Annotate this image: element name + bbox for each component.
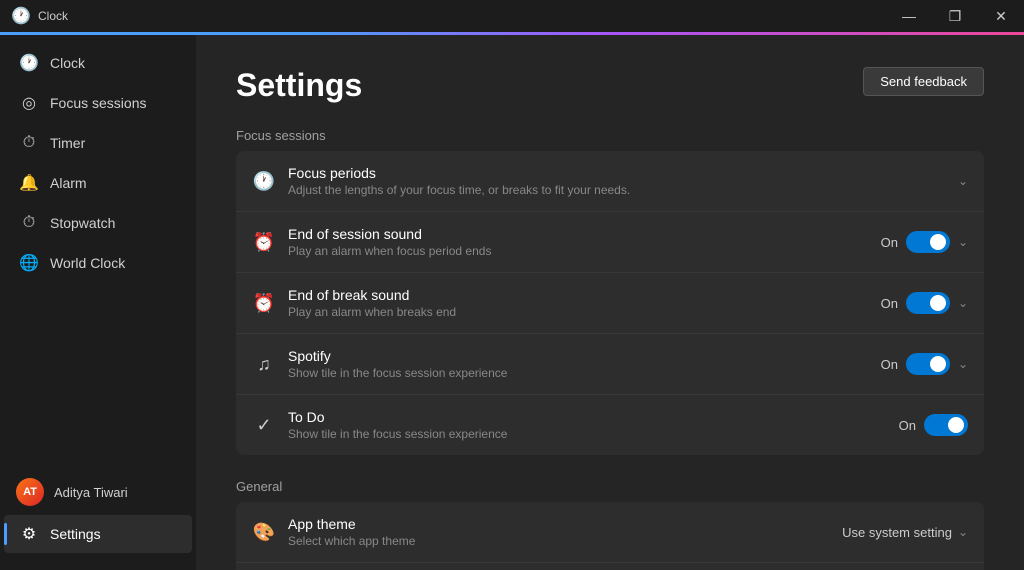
spotify-chevron[interactable]: ⌄	[958, 357, 968, 371]
spotify-toggle-label: On	[881, 357, 898, 372]
end-break-toggle[interactable]	[906, 292, 950, 314]
sidebar-item-label: Timer	[50, 135, 85, 151]
sidebar-item-label: Focus sessions	[50, 95, 146, 111]
end-break-sound-icon: ⏰	[252, 291, 276, 315]
sidebar-item-world-clock[interactable]: 🌐 World Clock	[4, 244, 192, 282]
sidebar-item-label: Clock	[50, 55, 85, 71]
app-theme-text: App theme Select which app theme	[288, 516, 830, 548]
sidebar-item-label: Settings	[50, 526, 101, 542]
end-break-toggle-label: On	[881, 296, 898, 311]
spotify-desc: Show tile in the focus session experienc…	[288, 366, 869, 380]
sidebar-item-label: Stopwatch	[50, 215, 115, 231]
end-break-sound-text: End of break sound Play an alarm when br…	[288, 287, 869, 319]
maximize-button[interactable]: ❐	[932, 0, 978, 32]
todo-desc: Show tile in the focus session experienc…	[288, 427, 887, 441]
app-theme-title: App theme	[288, 516, 830, 532]
sidebar-item-focus-sessions[interactable]: ◎ Focus sessions	[4, 84, 192, 122]
end-break-sound-desc: Play an alarm when breaks end	[288, 305, 869, 319]
app-layout: 🕐 Clock ◎ Focus sessions ⏱ Timer 🔔 Alarm…	[0, 35, 1024, 570]
focus-periods-desc: Adjust the lengths of your focus time, o…	[288, 183, 946, 197]
spotify-title: Spotify	[288, 348, 869, 364]
focus-periods-chevron[interactable]: ⌄	[958, 174, 968, 188]
app-theme-chevron-icon: ⌄	[958, 525, 968, 539]
sidebar: 🕐 Clock ◎ Focus sessions ⏱ Timer 🔔 Alarm…	[0, 35, 196, 570]
sidebar-item-stopwatch[interactable]: ⏱ Stopwatch	[4, 204, 192, 242]
end-session-sound-control: On ⌄	[881, 231, 968, 253]
todo-title: To Do	[288, 409, 887, 425]
focus-periods-control: ⌄	[958, 174, 968, 188]
spotify-control: On ⌄	[881, 353, 968, 375]
timer-icon: ⏱	[20, 134, 38, 152]
focus-periods-title: Focus periods	[288, 165, 946, 181]
end-session-chevron[interactable]: ⌄	[958, 235, 968, 249]
todo-row: ✓ To Do Show tile in the focus session e…	[236, 395, 984, 455]
end-session-sound-row: ⏰ End of session sound Play an alarm whe…	[236, 212, 984, 273]
spotify-icon: ♫	[252, 352, 276, 376]
stopwatch-icon: ⏱	[20, 214, 38, 232]
app-theme-icon: 🎨	[252, 520, 276, 544]
todo-icon: ✓	[252, 413, 276, 437]
spotify-text: Spotify Show tile in the focus session e…	[288, 348, 869, 380]
main-content: Settings Send feedback Focus sessions 🕐 …	[196, 35, 1024, 570]
spotify-row: ♫ Spotify Show tile in the focus session…	[236, 334, 984, 395]
title-bar-controls: — ❐ ✕	[886, 0, 1024, 32]
app-theme-dropdown-value: Use system setting	[842, 525, 952, 540]
focus-sessions-group: 🕐 Focus periods Adjust the lengths of yo…	[236, 151, 984, 455]
settings-icon: ⚙	[20, 525, 38, 543]
focus-periods-row[interactable]: 🕐 Focus periods Adjust the lengths of yo…	[236, 151, 984, 212]
title-bar-left: 🕐 Clock	[12, 7, 68, 25]
spotify-toggle[interactable]	[906, 353, 950, 375]
general-group: 🎨 App theme Select which app theme Use s…	[236, 502, 984, 570]
sidebar-item-alarm[interactable]: 🔔 Alarm	[4, 164, 192, 202]
focus-periods-icon: 🕐	[252, 169, 276, 193]
end-session-toggle-label: On	[881, 235, 898, 250]
sidebar-item-label: World Clock	[50, 255, 125, 271]
title-bar-title: Clock	[38, 9, 68, 23]
end-session-sound-text: End of session sound Play an alarm when …	[288, 226, 869, 258]
app-theme-dropdown[interactable]: Use system setting ⌄	[842, 525, 968, 540]
todo-toggle-label: On	[899, 418, 916, 433]
clock-icon: 🕐	[20, 54, 38, 72]
end-session-sound-icon: ⏰	[252, 230, 276, 254]
end-session-sound-desc: Play an alarm when focus period ends	[288, 244, 869, 258]
app-icon: 🕐	[12, 7, 30, 25]
end-session-toggle-knob	[930, 234, 946, 250]
send-feedback-button[interactable]: Send feedback	[863, 67, 984, 96]
app-theme-row: 🎨 App theme Select which app theme Use s…	[236, 502, 984, 563]
general-label: General	[236, 479, 984, 494]
title-bar: 🕐 Clock — ❐ ✕	[0, 0, 1024, 32]
user-item[interactable]: AT Aditya Tiwari	[0, 470, 196, 514]
app-theme-desc: Select which app theme	[288, 534, 830, 548]
focus-sessions-icon: ◎	[20, 94, 38, 112]
sidebar-item-settings[interactable]: ⚙ Settings	[4, 515, 192, 553]
world-clock-icon: 🌐	[20, 254, 38, 272]
sidebar-item-timer[interactable]: ⏱ Timer	[4, 124, 192, 162]
sidebar-item-clock[interactable]: 🕐 Clock	[4, 44, 192, 82]
end-session-sound-title: End of session sound	[288, 226, 869, 242]
sidebar-item-label: Alarm	[50, 175, 87, 191]
close-button[interactable]: ✕	[978, 0, 1024, 32]
end-session-toggle[interactable]	[906, 231, 950, 253]
notifications-row: 🔔 Notifications Modify your notification…	[236, 563, 984, 570]
todo-toggle[interactable]	[924, 414, 968, 436]
focus-periods-text: Focus periods Adjust the lengths of your…	[288, 165, 946, 197]
end-break-sound-control: On ⌄	[881, 292, 968, 314]
end-break-sound-title: End of break sound	[288, 287, 869, 303]
focus-sessions-label: Focus sessions	[236, 128, 984, 143]
app-theme-control: Use system setting ⌄	[842, 525, 968, 540]
todo-text: To Do Show tile in the focus session exp…	[288, 409, 887, 441]
user-name: Aditya Tiwari	[54, 485, 128, 500]
end-break-chevron[interactable]: ⌄	[958, 296, 968, 310]
alarm-icon: 🔔	[20, 174, 38, 192]
todo-toggle-knob	[948, 417, 964, 433]
spotify-toggle-knob	[930, 356, 946, 372]
end-break-toggle-knob	[930, 295, 946, 311]
sidebar-bottom: AT Aditya Tiwari ⚙ Settings	[0, 462, 196, 562]
minimize-button[interactable]: —	[886, 0, 932, 32]
user-avatar: AT	[16, 478, 44, 506]
todo-control: On	[899, 414, 968, 436]
end-break-sound-row: ⏰ End of break sound Play an alarm when …	[236, 273, 984, 334]
